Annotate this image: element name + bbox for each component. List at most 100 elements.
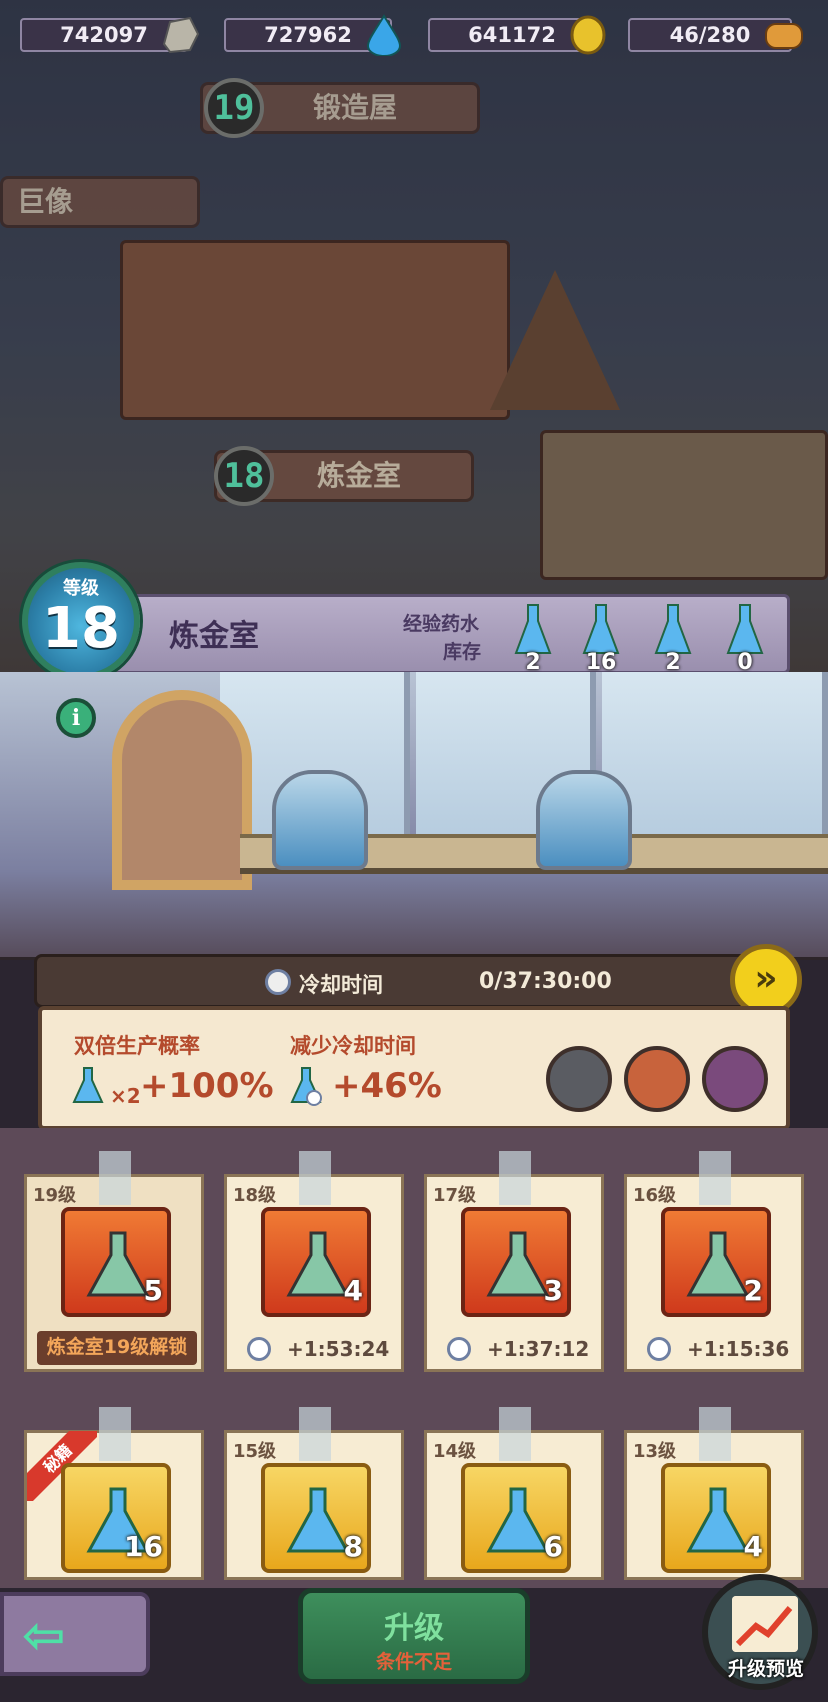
back-button[interactable]: ⇦ bbox=[0, 1592, 150, 1676]
water-drop-icon bbox=[366, 14, 402, 56]
recipe-level: 17级 bbox=[433, 1185, 477, 1206]
double-potion-icon bbox=[72, 1067, 104, 1103]
recipe-count: 8 bbox=[343, 1530, 363, 1563]
cooldown-value: 0/37:30:00 bbox=[479, 969, 612, 994]
back-arrow-icon: ⇦ bbox=[22, 1606, 66, 1666]
stone-count: 742097 bbox=[60, 23, 148, 47]
stock-item-1[interactable]: 2 bbox=[513, 601, 565, 675]
recipe-count: 6 bbox=[543, 1530, 563, 1563]
double-badge: ×2 bbox=[110, 1084, 141, 1108]
info-button[interactable]: i bbox=[56, 698, 96, 738]
stock-item-3[interactable]: 2 bbox=[653, 601, 705, 675]
cooldown-potion-icon bbox=[290, 1067, 322, 1106]
recipe-count: 3 bbox=[543, 1274, 563, 1307]
hero-portrait[interactable] bbox=[546, 1046, 612, 1112]
unlock-requirement: 炼金室19级解锁 bbox=[37, 1331, 197, 1365]
building-header: 炼金室 经验药水 库存 2 16 2 0 bbox=[110, 594, 790, 675]
resource-gold: 641172 bbox=[428, 15, 606, 55]
colossus-name: 巨像 bbox=[17, 185, 74, 218]
clock-icon bbox=[247, 1337, 271, 1361]
hero-portrait[interactable] bbox=[702, 1046, 768, 1112]
recipe-level: 13级 bbox=[633, 1441, 677, 1462]
recipe-card[interactable]: 18级 4 +1:53:24 bbox=[224, 1151, 404, 1372]
recipe-count: 4 bbox=[343, 1274, 363, 1307]
building-title: 炼金室 bbox=[169, 619, 259, 654]
hero-portrait[interactable] bbox=[624, 1046, 690, 1112]
recipe-card[interactable]: 14级 6 bbox=[424, 1407, 604, 1580]
locked-potion-icon bbox=[686, 1231, 750, 1297]
upgrade-condition: 条件不足 bbox=[375, 1651, 452, 1673]
colossus-banner[interactable]: 巨像 bbox=[0, 176, 200, 228]
recipe-card[interactable]: 19级 5 炼金室19级解锁 bbox=[24, 1151, 204, 1372]
recipe-level: 18级 bbox=[233, 1185, 277, 1206]
recipe-level: 16级 bbox=[633, 1185, 677, 1206]
recipe-tile: 4 bbox=[261, 1207, 371, 1317]
recipe-tile: 6 bbox=[461, 1463, 571, 1573]
cooldown-label: 冷却时间 bbox=[299, 973, 383, 997]
wall bbox=[540, 430, 828, 580]
recipe-tile: 8 bbox=[261, 1463, 371, 1573]
bread-icon bbox=[765, 23, 803, 49]
forge-level: 19 bbox=[213, 88, 255, 128]
recipe-tile: 3 bbox=[461, 1207, 571, 1317]
double-production-value: +100% bbox=[140, 1066, 274, 1106]
alchemy-level: 18 bbox=[223, 456, 265, 496]
chart-up-icon bbox=[732, 1596, 798, 1652]
reduce-cooldown-value: +46% bbox=[332, 1066, 442, 1106]
forge-name: 锻造屋 bbox=[313, 91, 398, 124]
clock-icon bbox=[265, 969, 291, 995]
upgrade-button[interactable]: 升级 条件不足 bbox=[298, 1588, 530, 1684]
workshop-door bbox=[112, 690, 252, 890]
alchemy-name: 炼金室 bbox=[317, 459, 402, 492]
alchemy-level-badge: 18 bbox=[214, 446, 274, 506]
alchemy-building[interactable] bbox=[120, 240, 510, 420]
recipe-tile: 4 bbox=[661, 1463, 771, 1573]
recipe-time: +1:37:12 bbox=[487, 1337, 590, 1361]
resource-stone: 742097 bbox=[20, 16, 200, 54]
exp-potion-icon bbox=[686, 1487, 750, 1553]
locked-potion-icon bbox=[86, 1231, 150, 1297]
gold-count: 641172 bbox=[468, 23, 556, 47]
clock-icon bbox=[647, 1337, 671, 1361]
reduce-cooldown-label: 减少冷却时间 bbox=[290, 1034, 416, 1058]
recipe-card[interactable]: 秘籍 16 bbox=[24, 1407, 204, 1580]
recipe-count: 16 bbox=[124, 1530, 163, 1563]
recipe-tile: 16 bbox=[61, 1463, 171, 1573]
exp-potion-icon bbox=[486, 1487, 550, 1553]
recipe-timer: +1:53:24 bbox=[247, 1335, 397, 1365]
recipe-card[interactable]: 15级 8 bbox=[224, 1407, 404, 1580]
stone-icon bbox=[162, 16, 200, 54]
locked-potion-icon bbox=[286, 1231, 350, 1297]
recipe-level: 14级 bbox=[433, 1441, 477, 1462]
food-count: 46/280 bbox=[669, 23, 751, 47]
gold-coin-icon bbox=[570, 15, 606, 55]
water-count: 727962 bbox=[264, 23, 352, 47]
recipe-timer: +1:15:36 bbox=[647, 1335, 797, 1365]
level-orb: 等级 18 bbox=[22, 562, 140, 680]
recipe-card[interactable]: 17级 3 +1:37:12 bbox=[424, 1151, 604, 1372]
recipe-card[interactable]: 16级 2 +1:15:36 bbox=[624, 1151, 804, 1372]
recipe-timer: +1:37:12 bbox=[447, 1335, 597, 1365]
recipe-time: +1:15:36 bbox=[687, 1337, 790, 1361]
stock-item-4[interactable]: 0 bbox=[725, 601, 777, 675]
level-value: 18 bbox=[42, 596, 120, 661]
exp-potion-icon bbox=[286, 1487, 350, 1553]
recipe-count: 2 bbox=[743, 1274, 763, 1307]
cooldown-bar: 冷却时间 0/37:30:00 bbox=[34, 954, 778, 1008]
double-production-label: 双倍生产概率 bbox=[74, 1034, 200, 1058]
recipe-count: 5 bbox=[143, 1274, 163, 1307]
recipe-count: 4 bbox=[743, 1530, 763, 1563]
recipe-time: +1:53:24 bbox=[287, 1337, 390, 1361]
forge-level-badge: 19 bbox=[204, 78, 264, 138]
stock-label-sub: 库存 bbox=[443, 641, 482, 663]
recipe-tile: 2 bbox=[661, 1207, 771, 1317]
stock-item-2[interactable]: 16 bbox=[581, 601, 633, 675]
recipe-level: 19级 bbox=[33, 1185, 77, 1206]
stock-label: 经验药水 bbox=[403, 613, 480, 635]
clock-icon bbox=[447, 1337, 471, 1361]
recipe-card[interactable]: 13级 4 bbox=[624, 1407, 804, 1580]
recipe-tile: 5 bbox=[61, 1207, 171, 1317]
bonus-panel: 双倍生产概率 ×2 +100% 减少冷却时间 +46% bbox=[38, 1006, 790, 1130]
flask-jar bbox=[536, 770, 632, 870]
upgrade-preview-button[interactable]: 升级预览 bbox=[702, 1574, 818, 1690]
